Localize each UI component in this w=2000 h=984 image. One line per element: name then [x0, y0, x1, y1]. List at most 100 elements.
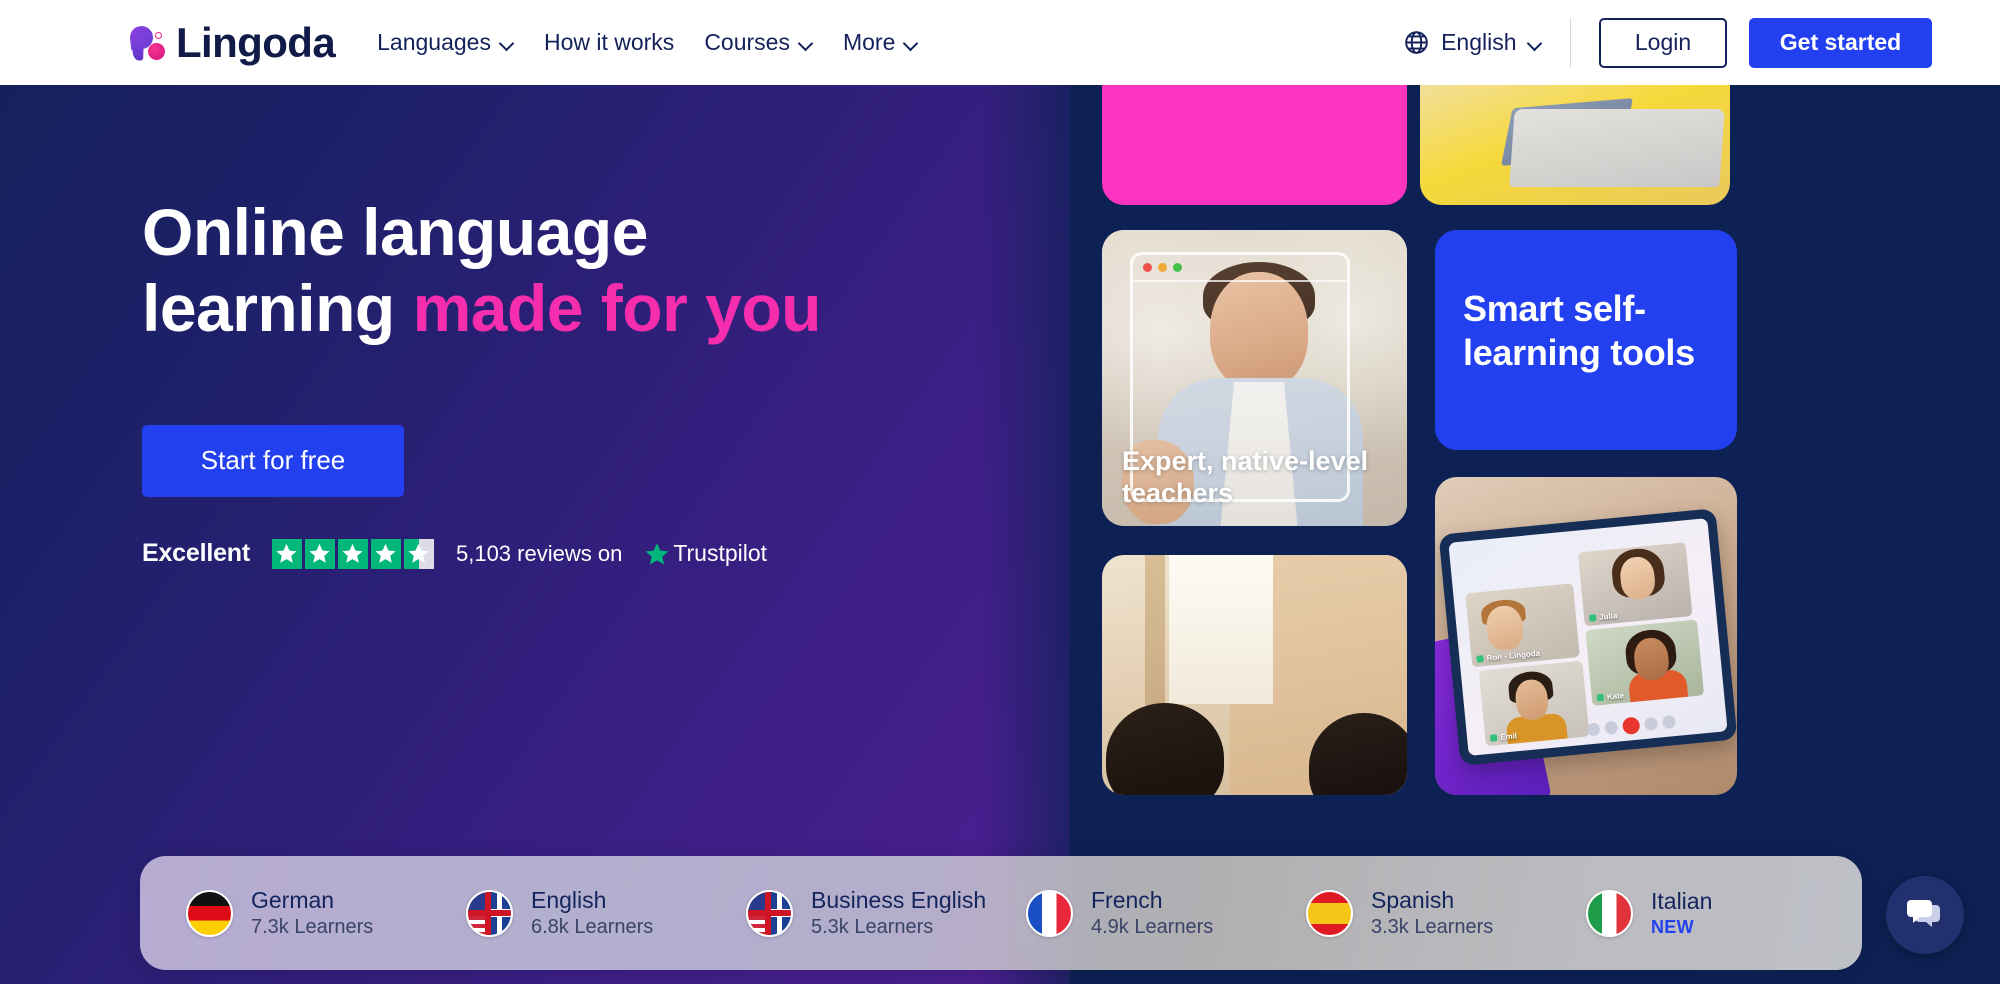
mic-active-icon [1489, 734, 1498, 742]
mic-toggle-icon [1586, 722, 1601, 737]
street-person-left-shape [1106, 703, 1224, 795]
star-filled-icon [370, 538, 401, 569]
language-selector[interactable]: English [1403, 29, 1569, 56]
flag-spain-icon [1306, 889, 1353, 937]
chat-widget-button[interactable] [1886, 876, 1964, 954]
smart-tools-title-line-2: learning tools [1463, 331, 1695, 373]
flag-italy-icon [1586, 889, 1633, 937]
get-started-button[interactable]: Get started [1749, 17, 1932, 68]
chevron-down-icon [799, 38, 813, 47]
headline-line-1: Online language [142, 195, 648, 269]
window-titlebar-divider [1133, 280, 1347, 282]
video-tile-label: Kate [1596, 690, 1625, 703]
tablet-screen: Ron - Lingoda Julia Kate Emil [1448, 518, 1728, 756]
flag-us-uk-icon [746, 889, 793, 937]
language-learners: 6.8k Learners [531, 915, 654, 938]
language-item-french[interactable]: French 4.9k Learners [1026, 887, 1306, 938]
teacher-caption-line-1: Expert, native-level [1122, 446, 1369, 477]
window-maximize-dot-icon [1173, 263, 1182, 272]
chat-toggle-icon [1644, 716, 1659, 731]
hero-image-collage: Expert, native-level teachers Smart self… [1070, 25, 2000, 984]
chevron-down-icon [1528, 38, 1542, 47]
login-button[interactable]: Login [1599, 17, 1727, 68]
trustpilot-rating[interactable]: Excellent 5,103 reviews on Trustpilot [142, 538, 902, 569]
camera-toggle-icon [1604, 720, 1619, 735]
video-tile-ron: Ron - Lingoda [1465, 583, 1580, 668]
language-name: Italian [1651, 888, 1713, 915]
street-sky-shape [1169, 555, 1273, 704]
nav-label: Languages [377, 29, 491, 55]
new-badge: NEW [1651, 916, 1694, 937]
language-learners: 4.9k Learners [1091, 915, 1214, 938]
nav-label: Courses [704, 29, 790, 55]
smart-tools-title: Smart self- learning tools [1463, 287, 1717, 375]
flag-germany-icon [186, 889, 233, 937]
video-call-controls [1586, 713, 1677, 738]
participant-name: Julia [1598, 611, 1618, 622]
mic-active-icon [1476, 655, 1484, 663]
language-item-text: French 4.9k Learners [1091, 887, 1213, 938]
window-traffic-lights [1143, 263, 1182, 272]
video-tile-label: Julia [1588, 611, 1618, 623]
chevron-down-icon [904, 38, 918, 47]
language-item-text: English 6.8k Learners [531, 887, 653, 938]
trustpilot-brand: Trustpilot [644, 540, 767, 567]
language-learners: 3.3k Learners [1371, 915, 1494, 938]
language-item-text: German 7.3k Learners [251, 887, 373, 938]
star-filled-icon [271, 538, 302, 569]
hero-copy: Online language learning made for you St… [142, 195, 902, 569]
language-item-business-english[interactable]: Business English 5.3k Learners [746, 887, 1026, 938]
teacher-card-caption: Expert, native-level teachers [1122, 446, 1391, 510]
end-call-icon [1621, 716, 1641, 736]
language-item-italian[interactable]: Italian NEW [1586, 888, 1866, 937]
more-options-icon [1661, 715, 1677, 730]
chat-bubbles-icon [1907, 900, 1940, 927]
trustpilot-brand-name: Trustpilot [673, 540, 768, 567]
video-tile-label: Ron - Lingoda [1476, 648, 1541, 664]
header-actions: English Login Get started [1403, 17, 1932, 68]
nav-item-more[interactable]: More [843, 29, 918, 56]
language-item-english[interactable]: English 6.8k Learners [466, 887, 746, 938]
trustpilot-reviews-count: 5,103 reviews on [455, 540, 623, 566]
lingoda-logo[interactable]: Lingoda [128, 18, 336, 66]
logo-pink-dot-icon [148, 42, 165, 60]
language-name: German [251, 887, 335, 914]
language-item-text: Spanish 3.3k Learners [1371, 887, 1493, 938]
flag-france-icon [1026, 889, 1073, 937]
collage-card-teacher: Expert, native-level teachers [1102, 230, 1407, 526]
nav-item-languages[interactable]: Languages [377, 29, 514, 56]
header-divider [1569, 17, 1571, 68]
flag-uk-cross-horizontal [748, 909, 791, 916]
language-name: Business English [811, 887, 987, 914]
headline-line-2-accent: made for you [412, 270, 822, 345]
headline-line-2-plain: learning [142, 270, 413, 345]
site-header: Lingoda Languages How it works Courses M… [0, 0, 2000, 85]
chevron-down-icon [500, 38, 514, 47]
logo-wordmark: Lingoda [176, 18, 336, 66]
window-close-dot-icon [1143, 263, 1152, 272]
trustpilot-star-icon [645, 542, 669, 565]
logo-mark-icon [128, 21, 170, 65]
mic-active-icon [1596, 693, 1605, 702]
star-filled-icon [337, 538, 368, 569]
star-filled-icon [304, 538, 335, 569]
mic-active-icon [1588, 614, 1597, 622]
participant-name: Ron - Lingoda [1486, 648, 1541, 663]
collage-card-smart-tools: Smart self- learning tools [1435, 230, 1737, 450]
language-name: English [531, 887, 607, 914]
nav-item-how-it-works[interactable]: How it works [544, 29, 674, 56]
language-learners: 5.3k Learners [811, 915, 934, 938]
start-for-free-button[interactable]: Start for free [142, 424, 404, 497]
nav-item-courses[interactable]: Courses [704, 29, 813, 56]
language-item-german[interactable]: German 7.3k Learners [186, 887, 466, 938]
language-selector-label: English [1441, 29, 1517, 55]
flag-uk-cross-horizontal [468, 909, 511, 916]
teacher-caption-line-2: teachers [1122, 478, 1234, 509]
participant-name: Kate [1606, 690, 1625, 702]
nav-label: More [842, 29, 896, 55]
language-item-spanish[interactable]: Spanish 3.3k Learners [1306, 887, 1586, 938]
star-half-icon [403, 538, 434, 569]
logo-pink-ring-icon [155, 31, 162, 39]
language-courses-bar: German 7.3k Learners English 6.8k Learne… [140, 856, 1862, 970]
video-tile-kate: Kate [1585, 619, 1705, 706]
